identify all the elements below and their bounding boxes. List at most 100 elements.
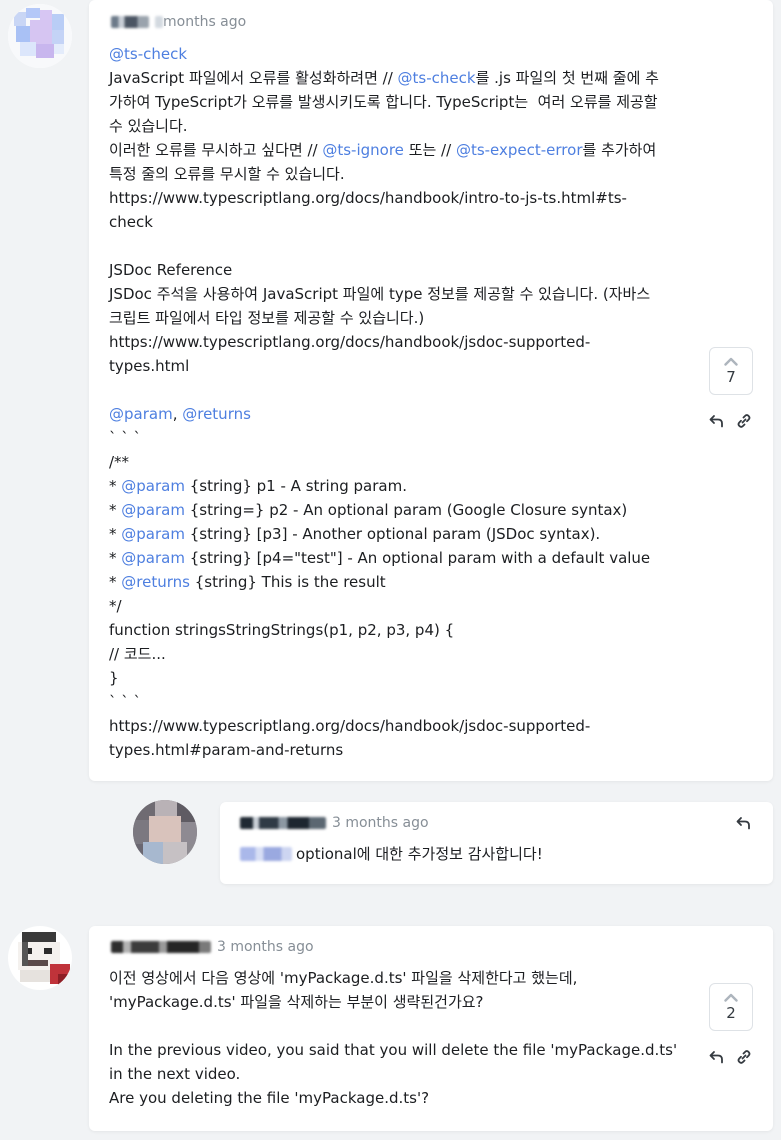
text-segment: JSDoc Reference [109, 261, 233, 279]
text-segment: 'myPackage.d.ts' 파일을 삭제하는 부분이 생략된건가요? [109, 993, 484, 1011]
comment-line: * @param {string} [p4="test"] - An optio… [109, 546, 689, 570]
permalink-button[interactable] [735, 412, 753, 430]
reply-text: optional에 대한 추가정보 감사합니다! [296, 845, 543, 863]
comment-line [109, 1014, 689, 1038]
mention-tag[interactable]: @param [121, 501, 185, 519]
comment-line: * @param {string} [p3] - Another optiona… [109, 522, 689, 546]
text-segment: JSDoc 주석을 사용하여 JavaScript 파일에 type 정보를 제… [109, 285, 651, 303]
comment-line: https://www.typescriptlang.org/docs/hand… [109, 186, 689, 210]
comment-line: /** [109, 450, 689, 474]
avatar-image [133, 800, 197, 864]
author-name[interactable] [111, 941, 211, 953]
comment-body: optional에 대한 추가정보 감사합니다! [240, 842, 543, 866]
text-segment: * [109, 573, 122, 591]
text-segment: {string} [p4="test"] - An optional param… [184, 549, 651, 567]
mention-tag[interactable]: @returns [182, 405, 251, 423]
comment-line: 특정 줄의 오류를 무시할 수 있습니다. [109, 162, 689, 186]
comment-line: * @param {string} p1 - A string param. [109, 474, 689, 498]
reply-button[interactable] [708, 1048, 726, 1066]
comment-line: } [109, 666, 689, 690]
comment-line: 'myPackage.d.ts' 파일을 삭제하는 부분이 생략된건가요? [109, 990, 689, 1014]
text-segment: 크립트 파일에서 타입 정보를 제공할 수 있습니다.) [109, 309, 425, 327]
reply-button[interactable] [708, 412, 726, 430]
comment-body: @ts-check JavaScript 파일에서 오류를 활성화하려면 // @… [109, 42, 689, 762]
text-segment: {string} p1 - A string param. [184, 477, 407, 495]
text-segment: types.html [109, 357, 190, 375]
avatar[interactable] [8, 926, 72, 990]
comment-line: @param, @returns [109, 402, 689, 426]
comment-line: @ts-check [109, 42, 689, 66]
text-segment: ` ` ` [109, 429, 142, 447]
text-segment: in the next video. [109, 1065, 241, 1083]
text-segment: */ [109, 597, 122, 615]
comment-line: * @param {string=} p2 - An optional para… [109, 498, 689, 522]
comment-line: JSDoc Reference [109, 258, 689, 282]
comment-card: 3 months ago 이전 영상에서 다음 영상에 'myPackage.d… [89, 926, 773, 1131]
comment-line: function stringsStringStrings(p1, p2, p3… [109, 618, 689, 642]
upvote-button[interactable]: 7 [709, 347, 753, 395]
reply-arrow-icon [709, 1051, 723, 1064]
mention-tag[interactable]: @ts-ignore [322, 141, 404, 159]
comment-line: 이전 영상에서 다음 영상에 'myPackage.d.ts' 파일을 삭제한다… [109, 966, 689, 990]
mention-tag[interactable]: @param [121, 525, 185, 543]
text-segment: https://www.typescriptlang.org/docs/hand… [109, 189, 627, 207]
comment-line: JSDoc 주석을 사용하여 JavaScript 파일에 type 정보를 제… [109, 282, 689, 306]
mention[interactable] [240, 847, 292, 861]
text-segment: 특정 줄의 오류를 무시할 수 있습니다. [109, 165, 345, 183]
author-name[interactable] [240, 817, 326, 829]
comment-line: types.html [109, 354, 689, 378]
reply-button[interactable] [735, 814, 753, 832]
text-segment: types.html#param-and-returns [109, 741, 344, 759]
text-segment: https://www.typescriptlang.org/docs/hand… [109, 333, 591, 351]
comment-line: https://www.typescriptlang.org/docs/hand… [109, 330, 689, 354]
text-segment: , [172, 405, 183, 423]
text-segment: 이러한 오류를 무시하고 싶다면 // [109, 141, 323, 159]
text-segment: JavaScript 파일에서 오류를 활성화하려면 // [109, 69, 398, 87]
mention-tag[interactable]: @param [109, 405, 173, 423]
mention-tag[interactable]: @ts-check [109, 45, 187, 63]
avatar[interactable] [133, 800, 197, 864]
mention-tag[interactable]: @param [121, 477, 185, 495]
text-segment: ` ` ` [109, 693, 142, 711]
text-segment: Are you deleting the file 'myPackage.d.t… [109, 1089, 430, 1107]
chevron-up-icon [724, 993, 738, 1002]
mention-tag[interactable]: @ts-check [398, 69, 476, 87]
text-segment: {string} [p3] - Another optional param (… [184, 525, 601, 543]
comment-line: 수 있습니다. [109, 114, 689, 138]
comment-line: types.html#param-and-returns [109, 738, 689, 762]
comment-line: */ [109, 594, 689, 618]
text-segment: * [109, 477, 122, 495]
comment-line: 이러한 오류를 무시하고 싶다면 // @ts-ignore 또는 // @ts… [109, 138, 689, 162]
text-segment: * [109, 525, 122, 543]
comment-line: in the next video. [109, 1062, 689, 1086]
mention-tag[interactable]: @ts-expect-error [456, 141, 583, 159]
text-segment: * [109, 501, 122, 519]
text-segment: 가하여 TypeScript가 오류를 발생시키도록 합니다. TypeScri… [109, 93, 658, 111]
text-segment: * [109, 549, 122, 567]
comment-line: check [109, 210, 689, 234]
text-segment: function stringsStringStrings(p1, p2, p3… [109, 621, 455, 639]
permalink-button[interactable] [735, 1048, 753, 1066]
text-segment: https://www.typescriptlang.org/docs/hand… [109, 717, 591, 735]
text-segment: // 코드... [109, 645, 166, 663]
text-segment: 를 추가하여 [582, 141, 657, 159]
text-segment: 수 있습니다. [109, 117, 188, 135]
mention-tag[interactable]: @param [121, 549, 185, 567]
comment-line: In the previous video, you said that you… [109, 1038, 689, 1062]
author-name[interactable] [111, 16, 149, 28]
mention-tag[interactable]: @returns [121, 573, 190, 591]
avatar[interactable] [8, 4, 72, 68]
vote-count: 7 [726, 367, 736, 386]
comment-line: // 코드... [109, 642, 689, 666]
reply-arrow-icon [736, 817, 750, 830]
comment-line: 크립트 파일에서 타입 정보를 제공할 수 있습니다.) [109, 306, 689, 330]
upvote-button[interactable]: 2 [709, 983, 753, 1031]
text-segment: check [109, 213, 153, 231]
avatar-image [8, 926, 72, 990]
comment-timestamp: months ago [163, 14, 247, 30]
avatar-image [8, 4, 72, 68]
comment-timestamp: 3 months ago [332, 815, 429, 831]
comment-line: 가하여 TypeScript가 오류를 발생시키도록 합니다. TypeScri… [109, 90, 689, 114]
comment-line: ` ` ` [109, 426, 689, 450]
comment-card: months ago @ts-check JavaScript 파일에서 오류를 … [89, 0, 773, 781]
